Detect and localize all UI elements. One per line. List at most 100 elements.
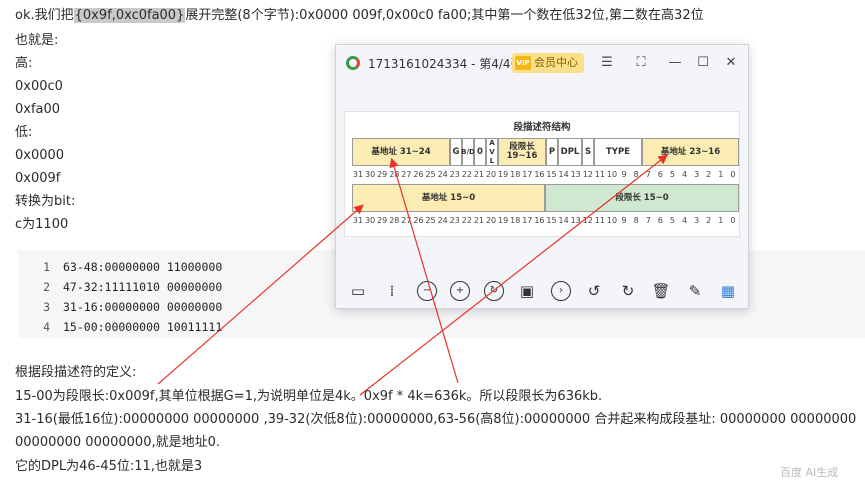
zoom-in-icon[interactable]: + xyxy=(450,281,470,301)
code-text: 47-32:11111010 00000000 xyxy=(63,280,223,294)
cell-type: TYPE xyxy=(594,138,642,166)
bit-number: 5 xyxy=(669,216,675,225)
minimize-button[interactable]: — xyxy=(666,54,684,72)
rotate-icon[interactable]: ↻ xyxy=(484,281,504,301)
rotate-right-icon[interactable]: ↻ xyxy=(618,281,638,301)
bit-number: 14 xyxy=(558,170,569,179)
viewer-toolbar: ▭ ⁞ − + ↻ ▣ › ↺ ↻ 🗑 ✎ ▦ xyxy=(336,269,748,309)
bit-number: 10 xyxy=(606,170,618,179)
base-line-1: 31-16(最低16位):00000000 00000000 ,39-32(次低… xyxy=(15,412,857,427)
bit-number: 11 xyxy=(594,170,605,179)
bit-number: 1 xyxy=(718,170,724,179)
image-viewer-window[interactable]: 1713161024334 - 第4/4张 VIP 会员中心 ☰ ⛶ — ☐ ✕… xyxy=(335,44,749,309)
bit-number: 15 xyxy=(546,216,557,225)
bit-number: 28 xyxy=(389,216,400,225)
cell-base-23-16: 基地址 23~16 xyxy=(642,138,739,166)
bit-number: 7 xyxy=(645,216,651,225)
bit-number: 0 xyxy=(730,216,736,225)
bit-number: 7 xyxy=(645,170,651,179)
bit-number: 25 xyxy=(425,216,436,225)
cell-s: S xyxy=(582,138,594,166)
bit-number: 6 xyxy=(657,216,663,225)
cell-avl: A V L xyxy=(486,138,498,166)
bit-number: 15 xyxy=(546,170,557,179)
vip-center-button[interactable]: VIP 会员中心 xyxy=(512,53,584,73)
low-value-2: 0x009f xyxy=(15,171,61,186)
bit-number: 20 xyxy=(485,216,497,225)
base-line-2: 00000000 00000000,就是地址0. xyxy=(15,435,221,450)
code-text: 63-48:00000000 11000000 xyxy=(63,260,223,274)
cell-p: P xyxy=(546,138,558,166)
line-number: 3 xyxy=(43,300,50,314)
bit-number: 16 xyxy=(534,216,545,225)
high-label: 高: xyxy=(15,56,33,71)
edit-icon[interactable]: ✎ xyxy=(685,281,705,301)
article-line-1: ok.我们把{0x9f,0xc0fa00}展开完整(8个字节):0x0000 0… xyxy=(15,7,704,24)
cell-dpl: DPL xyxy=(558,138,582,166)
bit-number: 26 xyxy=(413,170,424,179)
low-label: 低: xyxy=(15,125,33,140)
bit-number: 1 xyxy=(718,216,724,225)
delete-icon[interactable]: 🗑 xyxy=(651,281,671,301)
bit-number: 12 xyxy=(582,216,593,225)
bit-number: 5 xyxy=(669,170,675,179)
bit-number: 9 xyxy=(621,170,627,179)
dpl-line: 它的DPL为46-45位:11,也就是3 xyxy=(15,459,203,474)
definition-intro: 根据段描述符的定义: xyxy=(15,365,137,380)
next-icon[interactable]: › xyxy=(551,281,571,301)
bit-number: 31 xyxy=(352,216,364,225)
cell-zero: 0 xyxy=(474,138,486,166)
bit-number: 21 xyxy=(473,216,485,225)
line1-prefix: ok.我们把 xyxy=(15,8,74,23)
bit-number: 23 xyxy=(449,170,460,179)
line-number: 4 xyxy=(43,320,50,334)
rotate-left-icon[interactable]: ↺ xyxy=(584,281,604,301)
grid-icon[interactable]: ▦ xyxy=(718,281,738,301)
bit-number: 30 xyxy=(365,216,376,225)
bit-number: 20 xyxy=(485,170,497,179)
cell-base-31-24: 基地址 31~24 xyxy=(352,138,450,166)
bit-number: 3 xyxy=(694,170,700,179)
displayed-image[interactable]: 段描述符结构 基地址 31~24 G B/D 0 A V L 段限长 19~16… xyxy=(344,111,740,237)
pin-menu-button[interactable]: ☰ xyxy=(598,54,616,72)
monitor-icon[interactable]: ▭ xyxy=(348,281,368,301)
vip-center-label: 会员中心 xyxy=(534,56,578,69)
bit-number: 8 xyxy=(633,216,639,225)
bit-number: 27 xyxy=(401,170,412,179)
low-value-1: 0x0000 xyxy=(15,148,65,163)
title-bar[interactable]: 1713161024334 - 第4/4张 VIP 会员中心 ☰ ⛶ — ☐ ✕ xyxy=(336,45,748,81)
maximize-button[interactable]: ☐ xyxy=(694,54,712,72)
bit-number: 4 xyxy=(681,170,688,179)
bit-number: 0 xyxy=(730,170,736,179)
bit-number: 29 xyxy=(377,170,388,179)
bit-number: 4 xyxy=(681,216,688,225)
bit-number: 28 xyxy=(389,170,400,179)
bit-number: 3 xyxy=(694,216,700,225)
slideshow-icon[interactable]: ▣ xyxy=(517,281,537,301)
bit-number: 26 xyxy=(413,216,424,225)
close-button[interactable]: ✕ xyxy=(722,54,740,72)
bit-number: 13 xyxy=(570,170,581,179)
watermark: 百度 AI生成 xyxy=(780,466,839,479)
bit-number: 8 xyxy=(633,170,639,179)
bit-number: 19 xyxy=(498,216,509,225)
code-text: 31-16:00000000 00000000 xyxy=(63,300,223,314)
high-value-2: 0xfa00 xyxy=(15,102,61,117)
zoom-out-icon[interactable]: − xyxy=(417,281,437,301)
cell-bd: B/D xyxy=(461,138,475,166)
limit-line: 15-00为段限长:0x009f,其单位根据G=1,为说明单位是4k。0x9f … xyxy=(15,389,603,404)
bit-number: 24 xyxy=(437,216,448,225)
fullscreen-button[interactable]: ⛶ xyxy=(632,54,650,72)
convert-text: 转换为bit: xyxy=(15,194,76,209)
fit-icon[interactable]: ⁞ xyxy=(382,281,402,301)
bit-number: 19 xyxy=(498,170,509,179)
bit-number: 2 xyxy=(706,216,712,225)
bit-number: 2 xyxy=(706,170,712,179)
line-number: 1 xyxy=(43,260,50,274)
cell-base-15-0: 基地址 15~0 xyxy=(352,184,545,212)
bit-number: 14 xyxy=(558,216,569,225)
bit-number: 22 xyxy=(461,170,472,179)
bit-number: 6 xyxy=(657,170,663,179)
also-text: 也就是: xyxy=(15,33,59,48)
bit-number: 25 xyxy=(425,170,436,179)
